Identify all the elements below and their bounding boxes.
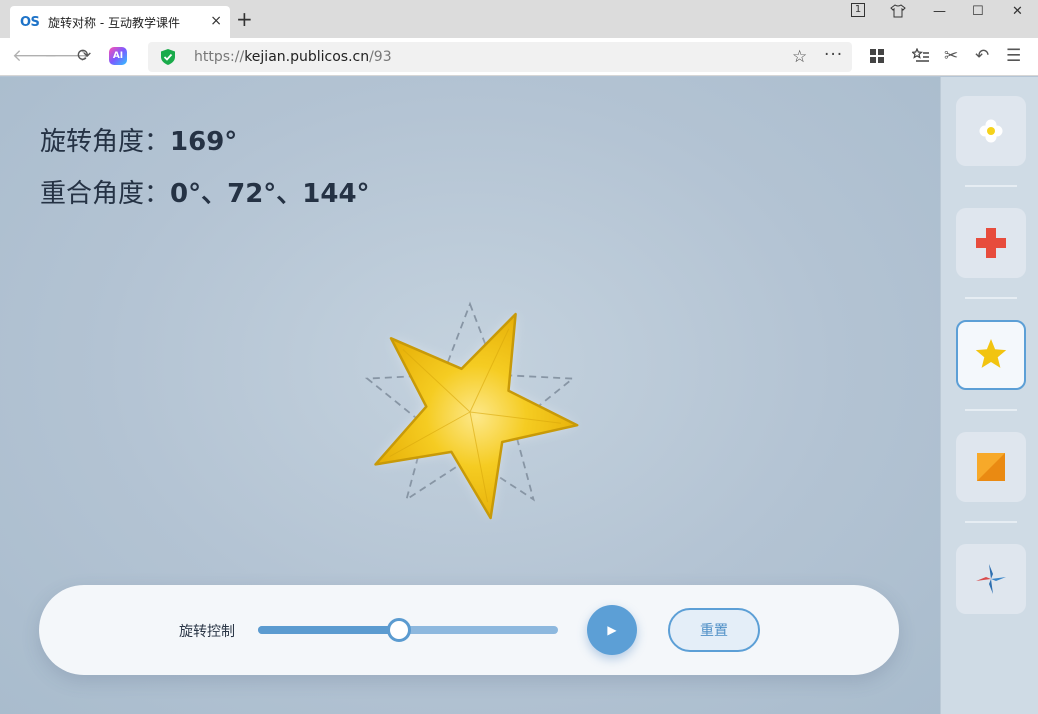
new-tab-button[interactable]: + xyxy=(236,9,253,29)
panel-divider xyxy=(965,521,1017,523)
rotation-angle-value: 169° xyxy=(170,127,238,157)
red-cross-icon xyxy=(976,228,1006,258)
panel-divider xyxy=(965,297,1017,299)
undo-icon[interactable]: ↶ xyxy=(975,46,989,66)
rotation-angle-readout: 旋转角度：169° xyxy=(40,121,237,158)
reset-button[interactable]: 重置 xyxy=(668,608,760,652)
more-options-icon[interactable]: ··· xyxy=(824,45,843,65)
menu-icon[interactable]: ☰ xyxy=(1006,46,1021,66)
scissors-icon[interactable]: ✂ xyxy=(944,46,958,66)
panel-divider xyxy=(965,409,1017,411)
tab-count-badge[interactable]: 1 xyxy=(851,3,865,17)
flower-icon xyxy=(979,119,1003,143)
play-icon: ▶ xyxy=(607,623,617,637)
overlap-angle-readout: 重合角度：0°、72°、144° xyxy=(40,173,370,210)
overlap-angle-label: 重合角度： xyxy=(40,179,171,209)
minimize-button[interactable]: — xyxy=(933,4,946,19)
panel-divider xyxy=(965,185,1017,187)
url-text[interactable]: https://kejian.publicos.cn/93 xyxy=(194,49,392,65)
shape-option-square[interactable] xyxy=(956,432,1026,502)
ai-assistant-icon[interactable]: AI xyxy=(109,47,127,65)
orange-square-icon xyxy=(977,453,1005,481)
tab-close-icon[interactable]: × xyxy=(210,13,222,29)
pinwheel-icon xyxy=(976,564,1006,594)
browser-nav-bar: 🡐 🡒 ⟳ AI https://kejian.publicos.cn/93 ☆… xyxy=(0,38,1038,76)
tab-title: 旋转对称 - 互动教学课件 xyxy=(48,15,180,30)
star-figure[interactable] xyxy=(340,287,600,527)
apps-grid-icon[interactable] xyxy=(869,48,885,69)
secure-shield-icon xyxy=(161,49,175,65)
rotating-star[interactable] xyxy=(374,312,579,520)
rotation-slider-fill xyxy=(258,626,399,634)
maximize-button[interactable]: ☐ xyxy=(972,4,984,19)
browser-tab-bar: OS 旋转对称 - 互动教学课件 × + 1 — ☐ ✕ xyxy=(0,0,1038,38)
bookmark-star-icon[interactable]: ☆ xyxy=(792,47,807,67)
play-button[interactable]: ▶ xyxy=(587,605,637,655)
shape-option-star[interactable] xyxy=(956,320,1026,390)
shirt-icon[interactable] xyxy=(890,4,906,22)
courseware-stage: 旋转角度：169° 重合角度：0°、72°、144° 旋转控制 ▶ 重置 xyxy=(0,77,940,714)
rotation-angle-label: 旋转角度： xyxy=(40,127,171,157)
star-icon xyxy=(975,339,1007,368)
site-logo-icon: OS xyxy=(20,14,40,30)
address-bar[interactable]: https://kejian.publicos.cn/93 ☆ ··· xyxy=(148,42,852,72)
overlap-angle-value: 0°、72°、144° xyxy=(170,179,370,209)
shape-option-pinwheel[interactable] xyxy=(956,544,1026,614)
rotation-control-bar: 旋转控制 ▶ 重置 xyxy=(39,585,899,675)
rotation-slider-thumb[interactable] xyxy=(386,618,411,642)
favorites-list-icon[interactable] xyxy=(911,47,930,69)
browser-tab[interactable]: OS 旋转对称 - 互动教学课件 × xyxy=(10,6,230,38)
shape-option-cross[interactable] xyxy=(956,208,1026,278)
shape-picker-panel xyxy=(940,77,1038,714)
reload-icon[interactable]: ⟳ xyxy=(77,46,91,66)
rotation-control-label: 旋转控制 xyxy=(179,624,235,640)
shape-option-flower[interactable] xyxy=(956,96,1026,166)
close-window-button[interactable]: ✕ xyxy=(1012,4,1023,19)
